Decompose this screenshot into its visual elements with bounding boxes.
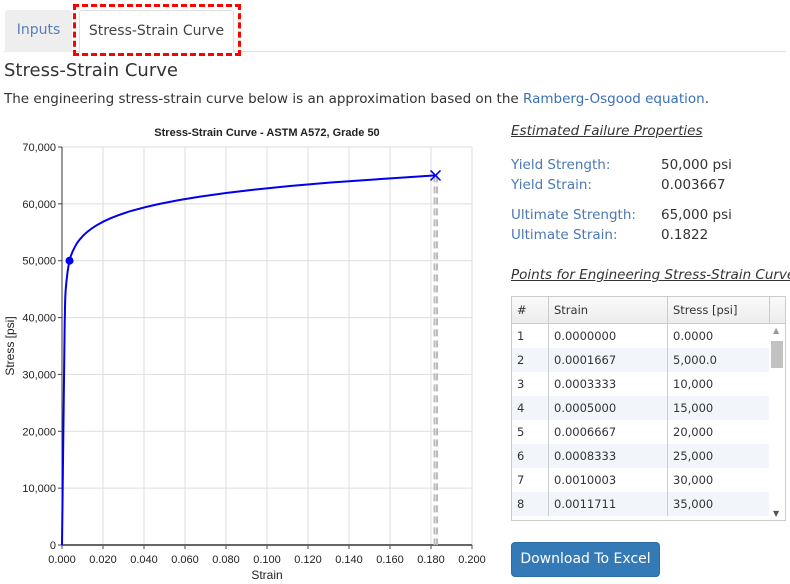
column-header-strain[interactable]: Strain xyxy=(549,297,668,323)
intro-text: The engineering stress-strain curve belo… xyxy=(4,91,709,107)
table-row[interactable]: 3 0.0003333 10,000 xyxy=(512,372,785,396)
ultimate-strain-value: 0.1822 xyxy=(661,227,709,243)
tab-bar: Inputs Stress-Strain Curve xyxy=(4,10,786,53)
failure-properties-title: Estimated Failure Properties xyxy=(511,123,703,139)
cell-strain: 0.0001667 xyxy=(549,348,668,372)
yield-strength-label: Yield Strength: xyxy=(511,157,611,173)
x-tick-label: 0.120 xyxy=(294,554,322,566)
y-tick-label: 60,000 xyxy=(22,199,56,211)
cell-stress: 25,000 xyxy=(668,444,770,468)
tab-stress-strain-curve[interactable]: Stress-Strain Curve xyxy=(79,10,234,53)
y-tick-label: 20,000 xyxy=(22,426,56,438)
points-table-title: Points for Engineering Stress-Strain Cur… xyxy=(511,267,790,283)
x-tick-label: 0.060 xyxy=(171,554,199,566)
ramberg-osgood-link[interactable]: Ramberg-Osgood equation xyxy=(523,91,705,107)
cell-stress: 0.0000 xyxy=(668,324,770,348)
cell-index: 6 xyxy=(512,444,549,468)
cell-stress: 15,000 xyxy=(668,396,770,420)
x-tick-label: 0.020 xyxy=(89,554,117,566)
column-header-index[interactable]: # xyxy=(512,297,549,323)
y-tick-label: 10,000 xyxy=(22,483,56,495)
cell-index: 3 xyxy=(512,372,549,396)
yield-point-marker xyxy=(65,256,74,265)
cell-strain: 0.0003333 xyxy=(549,372,668,396)
yield-strain-value: 0.003667 xyxy=(661,177,726,193)
table-row[interactable]: 2 0.0001667 5,000.0 xyxy=(512,348,785,372)
cell-stress: 5,000.0 xyxy=(668,348,770,372)
yield-strength-value: 50,000 psi xyxy=(661,157,732,173)
table-header: # Strain Stress [psi] xyxy=(512,297,785,324)
y-tick-label: 0 xyxy=(50,540,56,552)
x-axis-label: Strain xyxy=(251,568,282,582)
y-tick-label: 30,000 xyxy=(22,369,56,381)
yield-strain-label: Yield Strain: xyxy=(511,177,592,193)
y-tick-label: 40,000 xyxy=(22,313,56,325)
page-title: Stress-Strain Curve xyxy=(4,60,178,81)
cell-strain: 0.0008333 xyxy=(549,444,668,468)
y-tick-label: 70,000 xyxy=(22,142,56,154)
cell-strain: 0.0006667 xyxy=(549,420,668,444)
y-tick-label: 50,000 xyxy=(22,256,56,268)
download-to-excel-button[interactable]: Download To Excel xyxy=(511,542,660,577)
ultimate-strain-label: Ultimate Strain: xyxy=(511,227,618,243)
cell-stress: 10,000 xyxy=(668,372,770,396)
table-row[interactable]: 8 0.0011711 35,000 xyxy=(512,492,785,516)
cell-index: 2 xyxy=(512,348,549,372)
x-tick-label: 0.180 xyxy=(417,554,445,566)
cell-index: 5 xyxy=(512,420,549,444)
x-tick-label: 0.140 xyxy=(335,554,363,566)
x-tick-label: 0.160 xyxy=(376,554,404,566)
ultimate-strength-label: Ultimate Strength: xyxy=(511,207,636,223)
intro-text-body: The engineering stress-strain curve belo… xyxy=(4,91,523,107)
table-row[interactable]: 4 0.0005000 15,000 xyxy=(512,396,785,420)
scroll-up-arrow-icon[interactable]: ▲ xyxy=(773,326,779,335)
cell-index: 8 xyxy=(512,492,549,516)
stress-strain-curve-line xyxy=(61,174,436,546)
x-tick-label: 0.080 xyxy=(212,554,240,566)
column-header-stress[interactable]: Stress [psi] xyxy=(668,297,770,323)
table-scrollbar[interactable]: ▲ ▼ xyxy=(769,324,785,520)
cell-strain: 0.0011711 xyxy=(549,492,668,516)
table-row[interactable]: 6 0.0008333 25,000 xyxy=(512,444,785,468)
cell-index: 4 xyxy=(512,396,549,420)
cell-strain: 0.0010003 xyxy=(549,468,668,492)
intro-text-end: . xyxy=(704,91,709,107)
x-tick-label: 0.000 xyxy=(48,554,76,566)
table-row[interactable]: 1 0.0000000 0.0000 xyxy=(512,324,785,348)
x-tick-label: 0.200 xyxy=(458,554,486,566)
table-row[interactable]: 7 0.0010003 30,000 xyxy=(512,468,785,492)
cell-stress: 35,000 xyxy=(668,492,770,516)
y-axis-label: Stress [psi] xyxy=(3,316,17,375)
stress-strain-chart: Stress-Strain Curve - ASTM A572, Grade 5… xyxy=(3,127,486,582)
scroll-down-arrow-icon[interactable]: ▼ xyxy=(773,509,779,518)
tab-inputs[interactable]: Inputs xyxy=(5,10,72,52)
cell-strain: 0.0005000 xyxy=(549,396,668,420)
x-tick-label: 0.100 xyxy=(253,554,281,566)
table-row[interactable]: 5 0.0006667 20,000 xyxy=(512,420,785,444)
scrollbar-thumb[interactable] xyxy=(771,341,783,368)
points-table: # Strain Stress [psi] 1 0.0000000 0.0000 2 0… xyxy=(511,296,786,521)
x-tick-label: 0.040 xyxy=(130,554,158,566)
ultimate-strength-value: 65,000 psi xyxy=(661,207,732,223)
cell-index: 1 xyxy=(512,324,549,348)
cell-stress: 20,000 xyxy=(668,420,770,444)
chart-title: Stress-Strain Curve - ASTM A572, Grade 5… xyxy=(154,127,379,139)
cell-index: 7 xyxy=(512,468,549,492)
cell-stress: 30,000 xyxy=(668,468,770,492)
cell-strain: 0.0000000 xyxy=(549,324,668,348)
